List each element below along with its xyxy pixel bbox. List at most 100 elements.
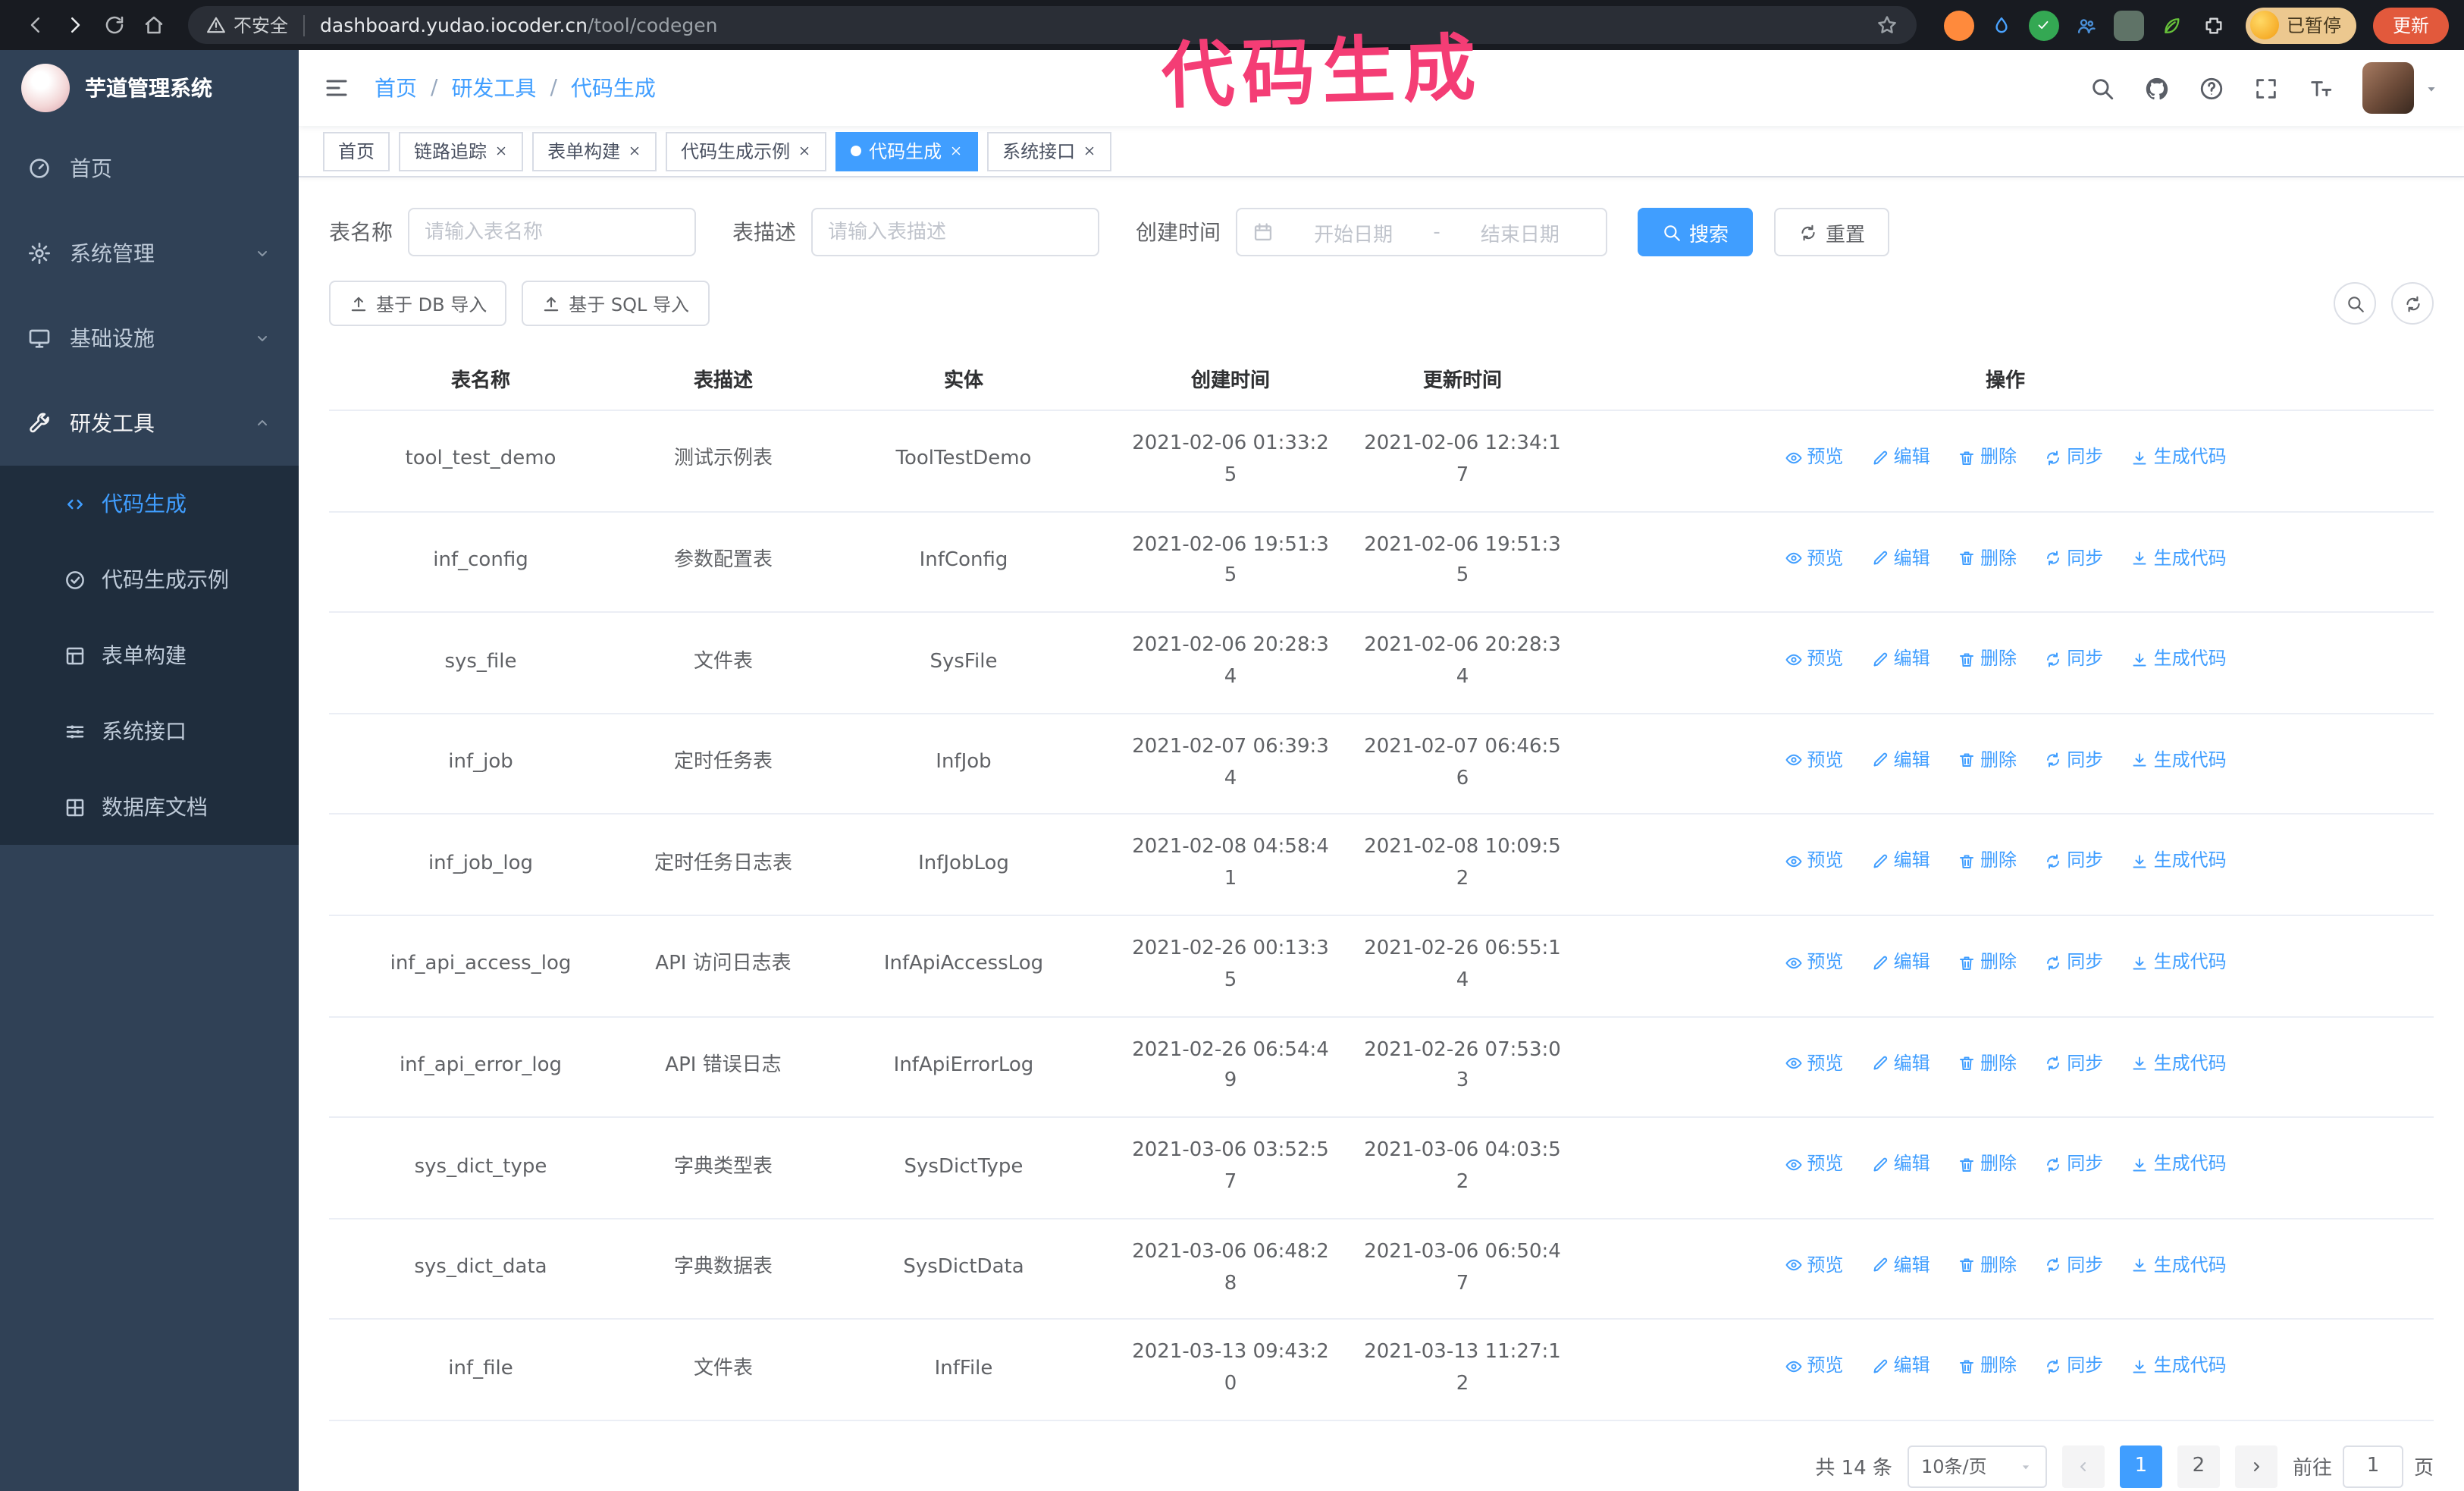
close-icon[interactable] — [798, 144, 811, 158]
page-button-2[interactable]: 2 — [2177, 1445, 2220, 1488]
close-icon[interactable] — [1083, 144, 1096, 158]
delete-link[interactable]: 删除 — [1958, 746, 2017, 775]
tab-codegen-example[interactable]: 代码生成示例 — [666, 131, 827, 171]
generate-code-link[interactable]: 生成代码 — [2131, 746, 2227, 775]
generate-code-link[interactable]: 生成代码 — [2131, 443, 2227, 472]
delete-link[interactable]: 删除 — [1958, 847, 2017, 876]
tab-home[interactable]: 首页 — [323, 131, 390, 171]
delete-link[interactable]: 删除 — [1958, 443, 2017, 472]
preview-link[interactable]: 预览 — [1784, 645, 1843, 674]
profile-chip[interactable]: 已暂停 — [2245, 7, 2356, 43]
toggle-search-button[interactable] — [2334, 282, 2376, 325]
sync-link[interactable]: 同步 — [2044, 746, 2103, 775]
edit-link[interactable]: 编辑 — [1871, 443, 1930, 472]
reset-button[interactable]: 重置 — [1774, 208, 1890, 256]
sidebar-item-codegen[interactable]: 代码生成 — [0, 466, 299, 541]
browser-update-button[interactable]: 更新 — [2372, 7, 2449, 43]
extension-leaf-icon[interactable] — [2156, 10, 2187, 40]
sync-link[interactable]: 同步 — [2044, 645, 2103, 674]
sync-link[interactable]: 同步 — [2044, 1150, 2103, 1179]
tab-form-builder[interactable]: 表单构建 — [532, 131, 657, 171]
next-page-button[interactable] — [2234, 1445, 2277, 1488]
preview-link[interactable]: 预览 — [1784, 746, 1843, 775]
import-db-button[interactable]: 基于 DB 导入 — [329, 281, 507, 326]
sync-link[interactable]: 同步 — [2044, 948, 2103, 977]
generate-code-link[interactable]: 生成代码 — [2131, 1049, 2227, 1078]
search-icon[interactable] — [2089, 75, 2115, 101]
sidebar-item-db-doc[interactable]: 数据库文档 — [0, 769, 299, 845]
page-size-select[interactable]: 10条/页 — [1907, 1445, 2047, 1488]
sidebar-item-system-api[interactable]: 系统接口 — [0, 693, 299, 769]
address-bar[interactable]: 不安全 dashboard.yudao.iocoder.cn/tool/code… — [188, 6, 1917, 44]
help-icon[interactable] — [2199, 75, 2224, 101]
delete-link[interactable]: 删除 — [1958, 645, 2017, 674]
sidebar-item-system[interactable]: 系统管理 — [0, 211, 299, 296]
extension-people-icon[interactable] — [2071, 10, 2102, 40]
date-range-picker[interactable]: 开始日期 - 结束日期 — [1236, 208, 1607, 256]
sync-link[interactable]: 同步 — [2044, 1352, 2103, 1381]
edit-link[interactable]: 编辑 — [1871, 645, 1930, 674]
refresh-table-button[interactable] — [2391, 282, 2434, 325]
sidebar-collapse-button[interactable] — [299, 74, 375, 102]
preview-link[interactable]: 预览 — [1784, 1251, 1843, 1280]
delete-link[interactable]: 删除 — [1958, 1150, 2017, 1179]
goto-page-input[interactable] — [2342, 1445, 2403, 1488]
edit-link[interactable]: 编辑 — [1871, 1150, 1930, 1179]
generate-code-link[interactable]: 生成代码 — [2131, 847, 2227, 876]
security-indicator[interactable]: 不安全 — [206, 12, 288, 38]
breadcrumb-devtools[interactable]: 研发工具 — [451, 73, 536, 103]
end-date-placeholder[interactable]: 结束日期 — [1450, 218, 1591, 246]
delete-link[interactable]: 删除 — [1958, 544, 2017, 573]
delete-link[interactable]: 删除 — [1958, 1352, 2017, 1381]
tab-tracing[interactable]: 链路追踪 — [399, 131, 524, 171]
edit-link[interactable]: 编辑 — [1871, 948, 1930, 977]
sidebar-item-infra[interactable]: 基础设施 — [0, 296, 299, 381]
start-date-placeholder[interactable]: 开始日期 — [1283, 218, 1424, 246]
generate-code-link[interactable]: 生成代码 — [2131, 645, 2227, 674]
close-icon[interactable] — [628, 144, 641, 158]
browser-home-button[interactable] — [133, 5, 173, 45]
preview-link[interactable]: 预览 — [1784, 1150, 1843, 1179]
browser-forward-button[interactable] — [55, 5, 94, 45]
sync-link[interactable]: 同步 — [2044, 1251, 2103, 1280]
bookmark-star-icon[interactable] — [1876, 14, 1898, 36]
import-sql-button[interactable]: 基于 SQL 导入 — [522, 281, 709, 326]
table-name-input[interactable] — [425, 221, 679, 243]
delete-link[interactable]: 删除 — [1958, 1251, 2017, 1280]
browser-reload-button[interactable] — [94, 5, 133, 45]
preview-link[interactable]: 预览 — [1784, 948, 1843, 977]
font-size-icon[interactable] — [2308, 75, 2334, 101]
page-button-1[interactable]: 1 — [2119, 1445, 2162, 1488]
github-icon[interactable] — [2144, 75, 2170, 101]
edit-link[interactable]: 编辑 — [1871, 1251, 1930, 1280]
edit-link[interactable]: 编辑 — [1871, 746, 1930, 775]
sidebar-item-home[interactable]: 首页 — [0, 126, 299, 211]
generate-code-link[interactable]: 生成代码 — [2131, 1251, 2227, 1280]
table-desc-input[interactable] — [828, 221, 1083, 243]
tab-system-api[interactable]: 系统接口 — [987, 131, 1112, 171]
extensions-puzzle-icon[interactable] — [2199, 10, 2229, 40]
breadcrumb-home[interactable]: 首页 — [375, 73, 417, 103]
close-icon[interactable] — [949, 144, 963, 158]
edit-link[interactable]: 编辑 — [1871, 544, 1930, 573]
browser-back-button[interactable] — [15, 5, 55, 45]
generate-code-link[interactable]: 生成代码 — [2131, 948, 2227, 977]
sidebar-item-codegen-example[interactable]: 代码生成示例 — [0, 541, 299, 617]
extension-check-icon[interactable] — [2028, 10, 2059, 40]
generate-code-link[interactable]: 生成代码 — [2131, 544, 2227, 573]
user-menu[interactable] — [2362, 62, 2440, 114]
prev-page-button[interactable] — [2061, 1445, 2105, 1488]
extension-icon[interactable] — [2113, 10, 2144, 40]
sync-link[interactable]: 同步 — [2044, 847, 2103, 876]
preview-link[interactable]: 预览 — [1784, 847, 1843, 876]
extension-drop-icon[interactable] — [1986, 10, 2017, 40]
preview-link[interactable]: 预览 — [1784, 1352, 1843, 1381]
delete-link[interactable]: 删除 — [1958, 948, 2017, 977]
edit-link[interactable]: 编辑 — [1871, 1049, 1930, 1078]
sync-link[interactable]: 同步 — [2044, 443, 2103, 472]
sidebar-item-form-builder[interactable]: 表单构建 — [0, 617, 299, 693]
preview-link[interactable]: 预览 — [1784, 443, 1843, 472]
extension-icon[interactable] — [1943, 10, 1974, 40]
sidebar-item-devtools[interactable]: 研发工具 — [0, 381, 299, 466]
tab-codegen[interactable]: 代码生成 — [835, 131, 979, 171]
